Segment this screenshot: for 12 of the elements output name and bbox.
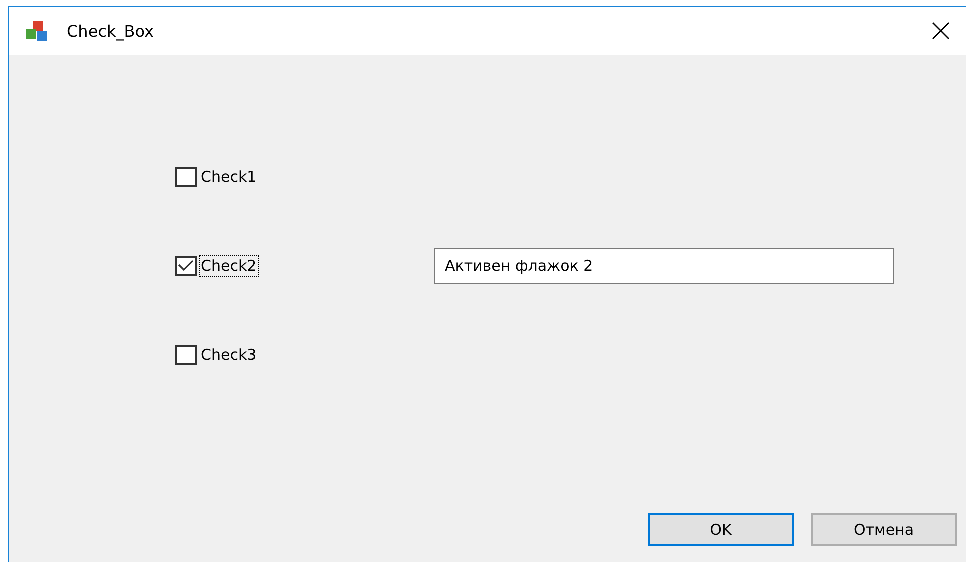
checkbox[interactable] [175, 167, 197, 187]
app-icon [25, 20, 49, 42]
window-title: Check_Box [67, 22, 154, 40]
close-icon[interactable] [930, 20, 952, 42]
text-field[interactable]: Активен флажок 2 [434, 248, 894, 284]
cancel-button[interactable]: Отмена [811, 513, 957, 546]
checkbox-label[interactable]: Check2 [199, 255, 259, 277]
checkbox[interactable] [175, 345, 197, 365]
checkbox-label[interactable]: Check1 [199, 166, 259, 188]
ok-button[interactable]: OK [648, 513, 794, 546]
checkbox[interactable] [175, 256, 197, 276]
checkbox-label[interactable]: Check3 [199, 344, 259, 366]
